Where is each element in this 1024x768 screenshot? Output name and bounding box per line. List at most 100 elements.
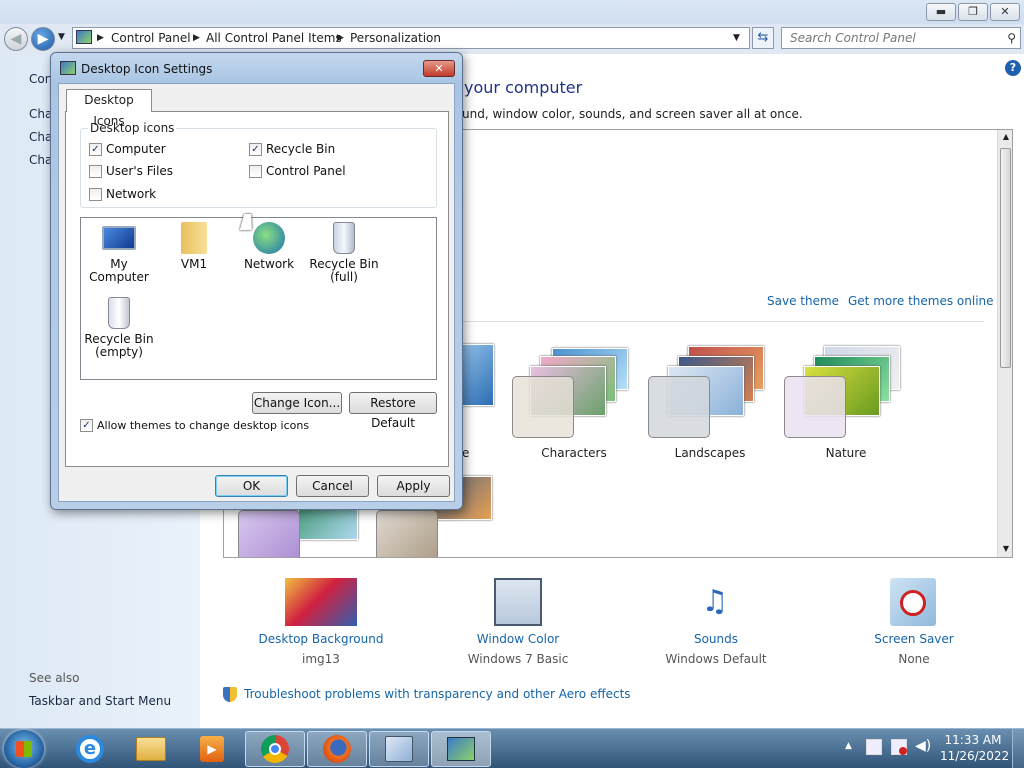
breadcrumb-personalization[interactable]: Personalization <box>350 28 441 48</box>
show-desktop-button[interactable] <box>1012 729 1024 768</box>
dialog-title: Desktop Icon Settings <box>81 62 213 76</box>
recycle-bin-full-icon <box>333 222 355 254</box>
recycle-bin-empty-icon <box>108 297 130 329</box>
theme-list-scrollbar[interactable]: ▲ ▼ <box>997 130 1012 557</box>
taskbar-start-menu-link[interactable]: Taskbar and Start Menu <box>29 694 171 708</box>
back-button[interactable]: ◀ <box>4 27 28 51</box>
taskbar-windows-explorer[interactable] <box>121 731 181 767</box>
change-icon-button[interactable]: Change Icon... <box>252 392 342 414</box>
recent-pages-dropdown[interactable]: ▼ <box>58 32 65 42</box>
window-color-value: Windows 7 Basic <box>467 652 569 666</box>
icon-vm1[interactable]: VM1 <box>156 222 232 271</box>
users-files-checkbox[interactable]: User's Files <box>89 164 173 178</box>
window-color-item[interactable]: Window Color Windows 7 Basic <box>428 576 608 668</box>
maximize-button[interactable]: ❐ <box>958 3 988 21</box>
checkbox-icon <box>89 187 102 201</box>
checkbox-icon <box>249 164 262 178</box>
apply-button[interactable]: Apply <box>377 475 450 497</box>
taskbar-media-player[interactable]: ▶ <box>182 731 242 767</box>
refresh-icon: ⇆ <box>757 30 769 45</box>
theme-item-landscapes[interactable] <box>646 342 776 442</box>
media-player-icon: ▶ <box>200 736 224 762</box>
theme-label: e <box>462 446 470 460</box>
theme-item-characters[interactable] <box>510 342 640 442</box>
taskbar-control-panel[interactable] <box>369 731 429 767</box>
left-pane-link-2[interactable]: Cha <box>29 130 52 144</box>
left-pane-link-1[interactable]: Cha <box>29 107 52 121</box>
clock-date[interactable]: 11/26/2022 <box>940 749 1009 763</box>
screen-saver-label[interactable]: Screen Saver <box>824 632 1004 646</box>
screen-saver-icon <box>890 578 936 626</box>
close-button[interactable]: ✕ <box>990 3 1020 21</box>
icon-recycle-bin-full[interactable]: Recycle Bin (full) <box>306 222 382 284</box>
desktop-icon-settings-dialog: Desktop Icon Settings ✕ Desktop Icons De… <box>50 52 463 510</box>
sounds-item[interactable]: ♫ Sounds Windows Default <box>626 576 806 668</box>
window-color-label[interactable]: Window Color <box>428 632 608 646</box>
save-theme-link[interactable]: Save theme <box>767 294 839 308</box>
icon-recycle-bin-empty[interactable]: Recycle Bin (empty) <box>81 297 157 359</box>
scroll-down-icon[interactable]: ▼ <box>998 544 1012 553</box>
icon-my-computer[interactable]: My Computer <box>81 222 157 284</box>
back-arrow-icon: ◀ <box>10 31 22 47</box>
desktop-background-value: img13 <box>302 652 340 666</box>
recycle-bin-checkbox[interactable]: ✓ Recycle Bin <box>249 142 335 156</box>
checkbox-icon: ✓ <box>249 142 262 156</box>
page-heading: your computer <box>464 78 583 97</box>
ok-button[interactable]: OK <box>215 475 288 497</box>
desktop-background-item[interactable]: Desktop Background img13 <box>231 576 411 668</box>
desktop-background-label[interactable]: Desktop Background <box>231 632 411 646</box>
left-pane-link-home[interactable]: Con <box>29 72 52 86</box>
cancel-button[interactable]: Cancel <box>296 475 369 497</box>
chrome-icon <box>261 735 289 763</box>
tab-desktop-icons[interactable]: Desktop Icons <box>66 89 152 128</box>
dialog-close-button[interactable]: ✕ <box>423 60 455 77</box>
show-hidden-icons-button[interactable]: ▲ <box>845 741 852 751</box>
minimize-button[interactable]: ▬ <box>926 3 956 21</box>
computer-checkbox[interactable]: ✓ Computer <box>89 142 166 156</box>
breadcrumb-control-panel[interactable]: Control Panel <box>111 28 191 48</box>
taskbar-firefox[interactable] <box>307 731 367 767</box>
dialog-app-icon <box>60 61 76 75</box>
breadcrumb-all-items[interactable]: All Control Panel Items <box>206 28 342 48</box>
control-panel-icon <box>76 30 92 44</box>
help-icon[interactable]: ? <box>1005 60 1021 76</box>
clock-time[interactable]: 11:33 AM <box>940 733 1006 747</box>
sounds-value: Windows Default <box>665 652 767 666</box>
theme-label-nature: Nature <box>825 446 867 460</box>
network-tray-icon[interactable] <box>891 739 907 755</box>
taskbar-internet-explorer[interactable]: e <box>60 731 120 767</box>
allow-themes-checkbox[interactable]: ✓ Allow themes to change desktop icons <box>80 419 309 432</box>
address-dropdown-icon[interactable]: ▼ <box>733 28 740 48</box>
scrollbar-thumb[interactable] <box>1000 148 1011 368</box>
see-also-heading: See also <box>29 671 80 685</box>
theme-item[interactable] <box>460 344 500 424</box>
taskbar: e ▶ ▲ ◀) 11:33 AM 11/26/2022 <box>0 728 1024 768</box>
network-checkbox[interactable]: Network <box>89 187 156 201</box>
search-input[interactable]: Search Control Panel ⚲ <box>781 27 1021 49</box>
theme-item-nature[interactable] <box>782 342 912 442</box>
get-more-themes-link[interactable]: Get more themes online <box>848 294 994 308</box>
taskbar-personalization[interactable] <box>431 731 491 767</box>
troubleshoot-link[interactable]: Troubleshoot problems with transparency … <box>244 687 631 701</box>
start-button[interactable] <box>4 730 44 768</box>
forward-button[interactable]: ▶ <box>31 27 55 51</box>
taskbar-chrome[interactable] <box>245 731 305 767</box>
action-center-icon[interactable] <box>866 739 882 755</box>
close-icon: ✕ <box>434 62 444 75</box>
scroll-up-icon[interactable]: ▲ <box>998 132 1012 141</box>
theme-label-characters: Characters <box>541 446 607 460</box>
restore-default-button[interactable]: Restore Default <box>349 392 437 430</box>
screen-saver-item[interactable]: Screen Saver None <box>824 576 1004 668</box>
sounds-label[interactable]: Sounds <box>626 632 806 646</box>
shield-icon <box>223 687 237 702</box>
tab-panel: Desktop icons ✓ Computer ✓ Recycle Bin Use… <box>65 111 449 467</box>
volume-icon[interactable]: ◀) <box>915 738 931 754</box>
address-bar[interactable]: ▶ Control Panel ▶ All Control Panel Item… <box>72 27 750 49</box>
breadcrumb-separator-icon: ▶ <box>193 33 200 43</box>
network-icon <box>253 222 285 254</box>
left-pane-link-3[interactable]: Cha <box>29 153 52 167</box>
refresh-button[interactable]: ⇆ <box>752 27 774 49</box>
page-subheading: und, window color, sounds, and screen sa… <box>462 107 803 121</box>
control-panel-checkbox[interactable]: Control Panel <box>249 164 346 178</box>
theme-label-landscapes: Landscapes <box>674 446 746 460</box>
